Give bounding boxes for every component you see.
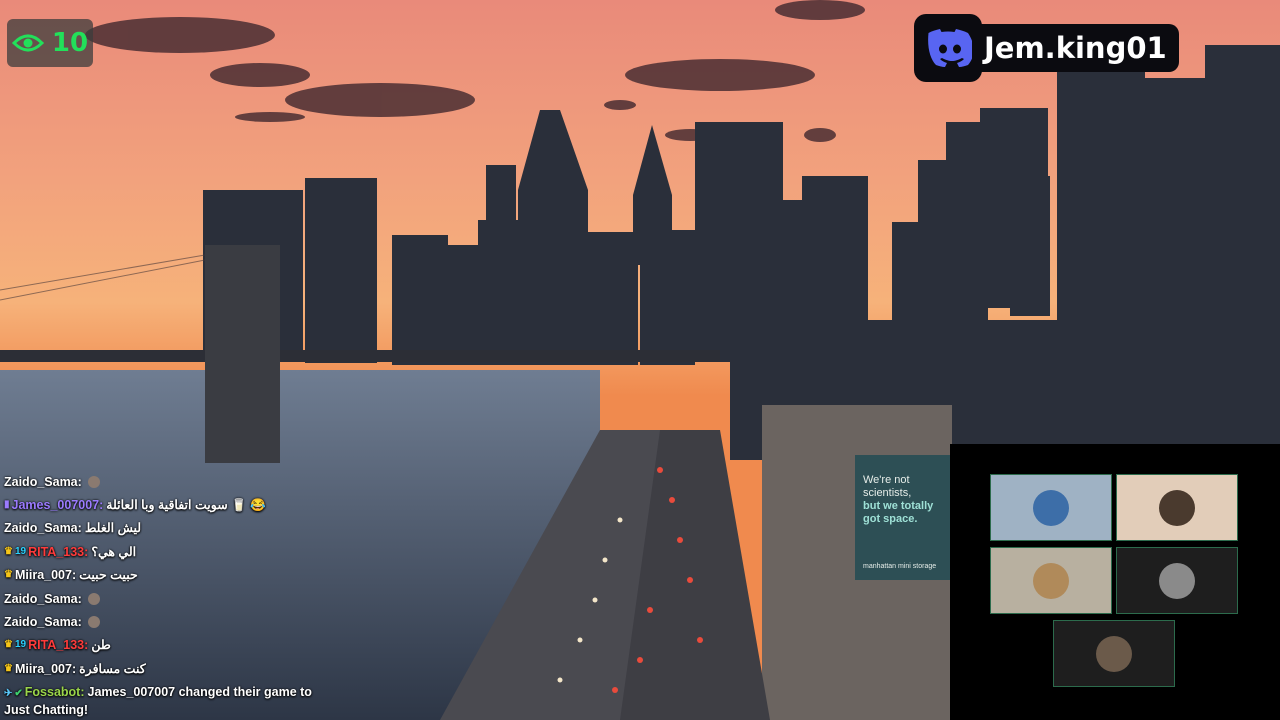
video-call-grid [950,444,1280,720]
chat-text: ليش الغلط [84,521,142,536]
chat-text: حبيت حبيت [79,568,138,583]
chat-username: Miira_007: [14,661,77,676]
sub-badge-icon: 19 [14,545,27,557]
participant-tile-5 [1053,620,1175,687]
chat-message: ♛ 19 RITA_133: طن [4,634,334,657]
crown-badge-icon: ♛ [4,639,13,651]
chat-username: RITA_133: [28,638,89,653]
participant-tile-4 [1116,547,1238,614]
chat-username: Zaido_Sama: [4,474,82,489]
chat-message: ♛ Miira_007: كنت مسافرة [4,657,334,680]
chat-text: سويت اتفاقية وبا العائلة 🥛 😂 [106,498,266,513]
billboard-line4: got space. [863,513,917,525]
billboard-line1: We're not [863,474,910,486]
participant-tile-1 [990,474,1112,541]
participant-tile-3 [990,547,1112,614]
discord-logo [914,14,982,82]
chat-message: ♛ Miira_007: حبيت حبيت [4,564,334,587]
crown-badge-icon: ♛ [4,569,13,581]
chat-message: ✈ ✔ Fossabot: James_007007 changed their ga… [4,684,334,719]
bot-badge-icon: ✈ [4,687,13,699]
participant-avatar [1159,489,1195,526]
chat-text: كنت مسافرة [79,661,146,676]
billboard-brand: manhattan mini storage [863,563,936,570]
emote-icon [87,475,100,488]
discord-tag: Jem.king01 [914,14,1196,82]
viewer-count-value: 10 [51,28,89,58]
eye-icon [11,34,44,52]
chat-message: ♛ 19 RITA_133: الي هي؟ [4,540,334,563]
purple-badge-icon: ▮ [4,499,10,511]
participant-avatar [1159,562,1195,599]
emote-icon [87,616,100,629]
chat-username: Zaido_Sama: [4,521,82,536]
discord-icon [928,29,972,67]
chat-username: James_007007: [11,498,104,513]
discord-username: Jem.king01 [978,24,1179,72]
chat-message: Zaido_Sama: [4,610,334,633]
chat-overlay: Zaido_Sama: ▮ James_007007: سويت اتفاقية وب… [4,470,334,719]
chat-message: Zaido_Sama: ليش الغلط [4,517,334,540]
billboard-line2: scientists, [863,487,911,499]
billboard-line3: but we totally [863,500,934,512]
emote-icon [87,592,100,605]
chat-text: طن [91,638,111,653]
chat-message: ▮ James_007007: سويت اتفاقية وبا العائلة 🥛… [4,493,334,516]
chat-username: Zaido_Sama: [4,615,82,630]
viewer-count-badge: 10 [7,19,93,67]
chat-username: Fossabot: [24,684,85,699]
chat-username: RITA_133: [28,544,89,559]
crown-badge-icon: ♛ [4,662,13,674]
chat-text: الي هي؟ [91,544,137,559]
crown-badge-icon: ♛ [4,545,13,557]
participant-tile-2 [1116,474,1238,541]
chat-username: Miira_007: [14,568,77,583]
chat-message: Zaido_Sama: [4,587,334,610]
participant-avatar [1096,635,1132,672]
chat-message: Zaido_Sama: [4,470,334,493]
participant-avatar [1033,489,1069,526]
verified-badge-icon: ✔ [14,687,23,699]
sub-badge-icon: 19 [14,639,27,651]
participant-avatar [1033,562,1069,599]
chat-username: Zaido_Sama: [4,591,82,606]
